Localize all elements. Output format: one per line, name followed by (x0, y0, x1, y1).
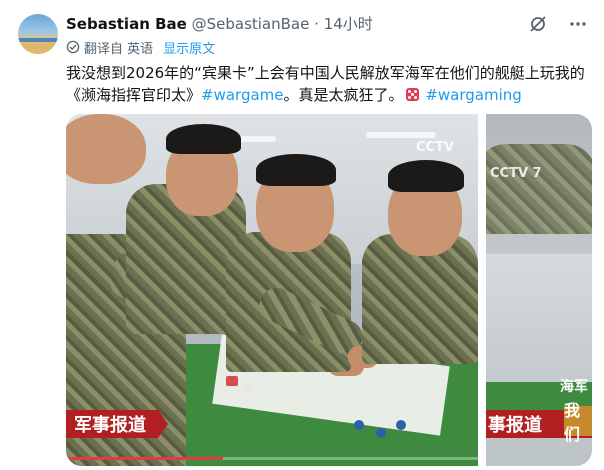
avatar[interactable] (18, 14, 58, 54)
tweet-time[interactable]: 14小时 (324, 15, 373, 33)
dice-emoji (405, 88, 419, 101)
soldier-partial (486, 144, 592, 234)
media-gallery: CCTV 军事报道 CCTV 7 海军 事报道 我们 (66, 114, 592, 466)
game-token (226, 376, 238, 386)
media-image-2[interactable]: CCTV 7 海军 事报道 我们 (486, 114, 592, 466)
translation-note: 翻译自 英语 显示原文 (66, 40, 215, 60)
news-banner-text: 军事报道 (74, 415, 146, 436)
news-banner-2-text: 事报道 (488, 415, 542, 436)
broadcast-logo-2: CCTV 7 (490, 166, 542, 181)
avatar-sea (18, 38, 58, 42)
wall-panel (486, 254, 592, 394)
tweet-actions-top (528, 14, 588, 34)
show-original-link[interactable]: 显示原文 (163, 41, 215, 59)
broadcast-logo: CCTV (416, 140, 455, 155)
translate-icon (66, 40, 80, 60)
overlay-caption: 我们 (564, 401, 592, 444)
translation-label: 翻译自 英语 (84, 42, 154, 57)
more-icon[interactable] (568, 14, 588, 34)
game-die (376, 428, 386, 438)
avatar-beach (18, 44, 58, 54)
separator-dot: · (314, 15, 319, 33)
video-progress-bar[interactable] (66, 457, 223, 460)
tweet-text-part2: 。真是太疯狂了。 (283, 86, 404, 104)
hashtag-wargaming[interactable]: #wargaming (425, 86, 521, 104)
author-handle[interactable]: @SebastianBae (192, 15, 310, 33)
game-die (396, 420, 406, 430)
side-label: 海军 (560, 379, 588, 395)
news-banner: 军事报道 (66, 410, 168, 438)
tweet-text: 我没想到2026年的“宾果卡”上会有中国人民解放军海军在他们的舰艇上玩我的《濒海… (66, 62, 592, 106)
game-die (354, 420, 364, 430)
tweet-card: Sebastian Bae @SebastianBae · 14小时 翻译自 英… (0, 0, 604, 470)
tweet-header: Sebastian Bae @SebastianBae · 14小时 (66, 14, 373, 34)
author-name[interactable]: Sebastian Bae (66, 15, 187, 33)
ceiling-light (366, 132, 436, 138)
game-token (242, 384, 254, 394)
hashtag-wargame[interactable]: #wargame (201, 86, 284, 104)
media-image-1[interactable]: CCTV 军事报道 (66, 114, 478, 466)
grok-icon[interactable] (528, 14, 548, 34)
